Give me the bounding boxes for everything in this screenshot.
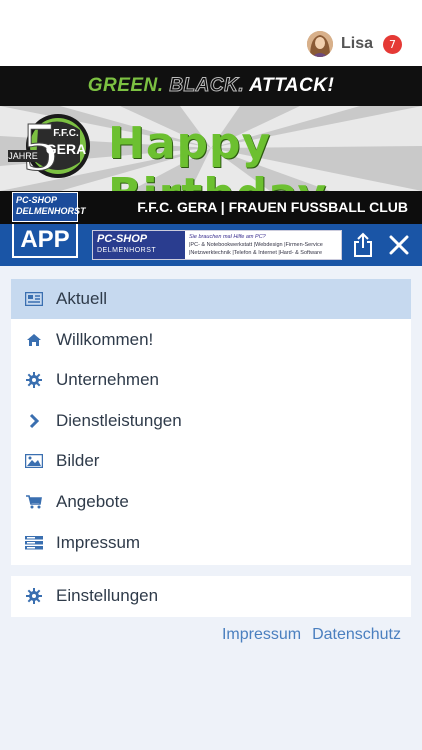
happy-birthday-headline: Happy Birthday (108, 118, 326, 191)
notification-badge[interactable]: 7 (383, 34, 402, 54)
birthday-panel: 5 JAHRE F.F.C. GERA Happy Birthday (0, 106, 422, 191)
image-icon (25, 452, 43, 470)
menu-item-angebote[interactable]: Angebote (11, 482, 411, 522)
gear-icon (25, 371, 43, 389)
cart-icon (25, 493, 43, 511)
datenschutz-link[interactable]: Datenschutz (312, 626, 401, 644)
main-menu: Aktuell Willkommen! Unternehmen Dienstle… (11, 279, 411, 565)
newspaper-icon (25, 290, 43, 308)
ad-brand-sub: DELMENHORST (97, 247, 157, 254)
impressum-link[interactable]: Impressum (222, 626, 301, 644)
menu-item-label: Einstellungen (56, 586, 159, 605)
avatar[interactable] (306, 31, 333, 57)
club-name: F.F.C. GERA | FRAUEN FUSSBALL CLUB (137, 199, 408, 215)
ad-brand: PC-SHOP DELMENHORST (93, 231, 185, 259)
home-icon (25, 331, 43, 349)
menu-item-unternehmen[interactable]: Unternehmen (11, 360, 411, 400)
pc-shop-logo: PC-SHOP DELMENHORST (12, 192, 86, 222)
menu-item-label: Unternehmen (56, 370, 160, 389)
gear-icon (25, 587, 43, 605)
ad-tagline: Sie brauchen mal Hilfe am PC? (189, 234, 266, 240)
menu-item-einstellungen[interactable]: Einstellungen (11, 576, 411, 617)
ad-service: |Webdesign (253, 242, 283, 248)
ad-service: |Hard- & Software (278, 250, 323, 256)
slogan-attack: ATTACK! (249, 75, 335, 96)
menu-item-label: Willkommen! (56, 330, 154, 349)
menu-item-label: Angebote (56, 492, 129, 511)
menu-item-bilder[interactable]: Bilder (11, 441, 411, 481)
logo-ffc: F.F.C. (53, 128, 79, 139)
slogan-green: GREEN. (87, 75, 164, 96)
menu-item-aktuell[interactable]: Aktuell (11, 279, 411, 319)
user-menu[interactable]: Lisa 7 (306, 30, 402, 58)
header-banner: GREEN. BLACK. ATTACK! 5 JAHRE F.F.C. GER… (0, 66, 422, 224)
ad-service: |PC- & Notebookwerkstatt (189, 242, 253, 248)
close-icon[interactable] (388, 234, 410, 256)
share-icon[interactable] (352, 232, 374, 258)
server-icon (25, 534, 43, 552)
slogan: GREEN. BLACK. ATTACK! (88, 75, 335, 97)
slogan-bar: GREEN. BLACK. ATTACK! (0, 66, 422, 106)
menu-item-label: Dienstleistungen (56, 411, 182, 430)
app-label: APP (12, 224, 78, 258)
menu-item-impressum[interactable]: Impressum (11, 523, 411, 563)
ad-service: |Firmen-Service (284, 242, 323, 248)
menu-item-label: Impressum (56, 533, 141, 552)
menu-item-dienstleistungen[interactable]: Dienstleistungen (11, 401, 411, 441)
user-name[interactable]: Lisa (341, 35, 373, 53)
top-bar: Lisa 7 (0, 0, 422, 66)
ad-service: |Telefon & Internet (232, 250, 277, 256)
ad-brand-name: PC-SHOP (97, 233, 148, 245)
slogan-black: BLACK. (169, 75, 245, 97)
menu-item-label: Bilder (56, 451, 100, 470)
menu-item-label: Aktuell (56, 289, 108, 308)
app-bar: APP PC-SHOP DELMENHORST Sie brauchen mal… (0, 224, 422, 266)
menu-item-willkommen[interactable]: Willkommen! (11, 320, 411, 360)
footer-links: Impressum Datenschutz (211, 626, 401, 644)
settings-row[interactable]: Einstellungen (11, 576, 411, 616)
logo-jahre: JAHRE (8, 151, 38, 161)
chevron-right-icon (25, 412, 43, 430)
advertisement-banner[interactable]: PC-SHOP DELMENHORST Sie brauchen mal Hil… (92, 230, 342, 260)
ad-service: |Netzwerktechnik (189, 250, 231, 256)
logo-gera: GERA (46, 141, 86, 157)
club-anniversary-logo: 5 JAHRE F.F.C. GERA (6, 109, 98, 191)
ad-services: Sie brauchen mal Hilfe am PC? |PC- & Not… (189, 233, 341, 257)
